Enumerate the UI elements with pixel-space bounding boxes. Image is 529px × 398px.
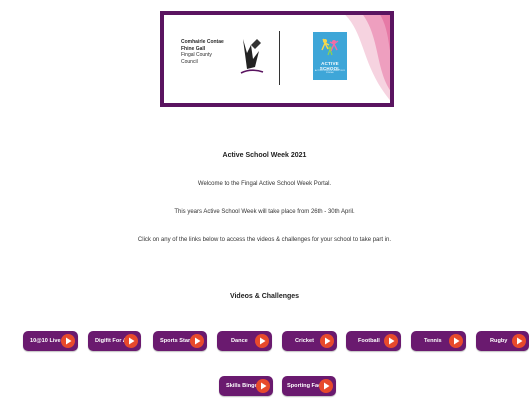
button-label: Football: [358, 338, 380, 344]
button-label: Rugby: [490, 338, 508, 344]
council-line-1: Comhairle Contae: [181, 39, 224, 45]
button-dance[interactable]: Dance: [217, 331, 272, 351]
button-label: Cricket: [295, 338, 314, 344]
council-crest-icon: [240, 39, 264, 74]
button-tennis[interactable]: Tennis: [411, 331, 466, 351]
button-label: Tennis: [424, 338, 442, 344]
dates-text: This years Active School Week will take …: [174, 209, 355, 215]
banner-divider: [279, 31, 280, 85]
header-banner: Comhairle Contae Fhine Gall Fingal Count…: [160, 11, 394, 107]
play-arrow-icon: [255, 334, 269, 348]
banner-inner: Comhairle Contae Fhine Gall Fingal Count…: [164, 15, 390, 103]
play-arrow-icon: [61, 334, 75, 348]
button-sporting-facts[interactable]: Sporting Facts: [282, 376, 336, 396]
play-arrow-icon: [449, 334, 463, 348]
button-sports-stars[interactable]: Sports Stars: [153, 331, 207, 351]
button-label: 10@10 Live: [30, 338, 61, 344]
welcome-text: Welcome to the Fingal Active School Week…: [197, 181, 332, 187]
play-arrow-icon: [512, 334, 526, 348]
play-arrow-icon: [319, 379, 333, 393]
button-10at10-live[interactable]: 10@10 Live: [23, 331, 78, 351]
council-name: Comhairle Contae Fhine Gall Fingal Count…: [181, 39, 224, 65]
button-football[interactable]: Football: [346, 331, 401, 351]
active-school-logo: ACTIVE SCHOOL ACTIVE SCHOOL WEEK 2021 FI…: [313, 32, 347, 80]
play-arrow-icon: [320, 334, 334, 348]
button-label: Dance: [231, 338, 248, 344]
button-skills-bingo[interactable]: Skills Bingo: [219, 376, 273, 396]
button-rugby[interactable]: Rugby: [476, 331, 529, 351]
play-arrow-icon: [256, 379, 270, 393]
section-heading: Videos & Challenges: [229, 293, 300, 300]
button-label: Sports Stars: [160, 338, 194, 344]
button-cricket[interactable]: Cricket: [282, 331, 337, 351]
button-digifit-for-all[interactable]: Digifit For All: [88, 331, 141, 351]
logo-subtext: ACTIVE SCHOOL WEEK 2021 FINGAL: [314, 70, 346, 74]
button-label: Skills Bingo: [226, 383, 259, 389]
play-arrow-icon: [124, 334, 138, 348]
council-line-4: Council: [181, 58, 198, 65]
play-arrow-icon: [384, 334, 398, 348]
page-title: Active School Week 2021: [222, 152, 307, 159]
play-arrow-icon: [190, 334, 204, 348]
people-figures-icon: [321, 38, 339, 56]
instructions-text: Click on any of the links below to acces…: [137, 237, 392, 243]
